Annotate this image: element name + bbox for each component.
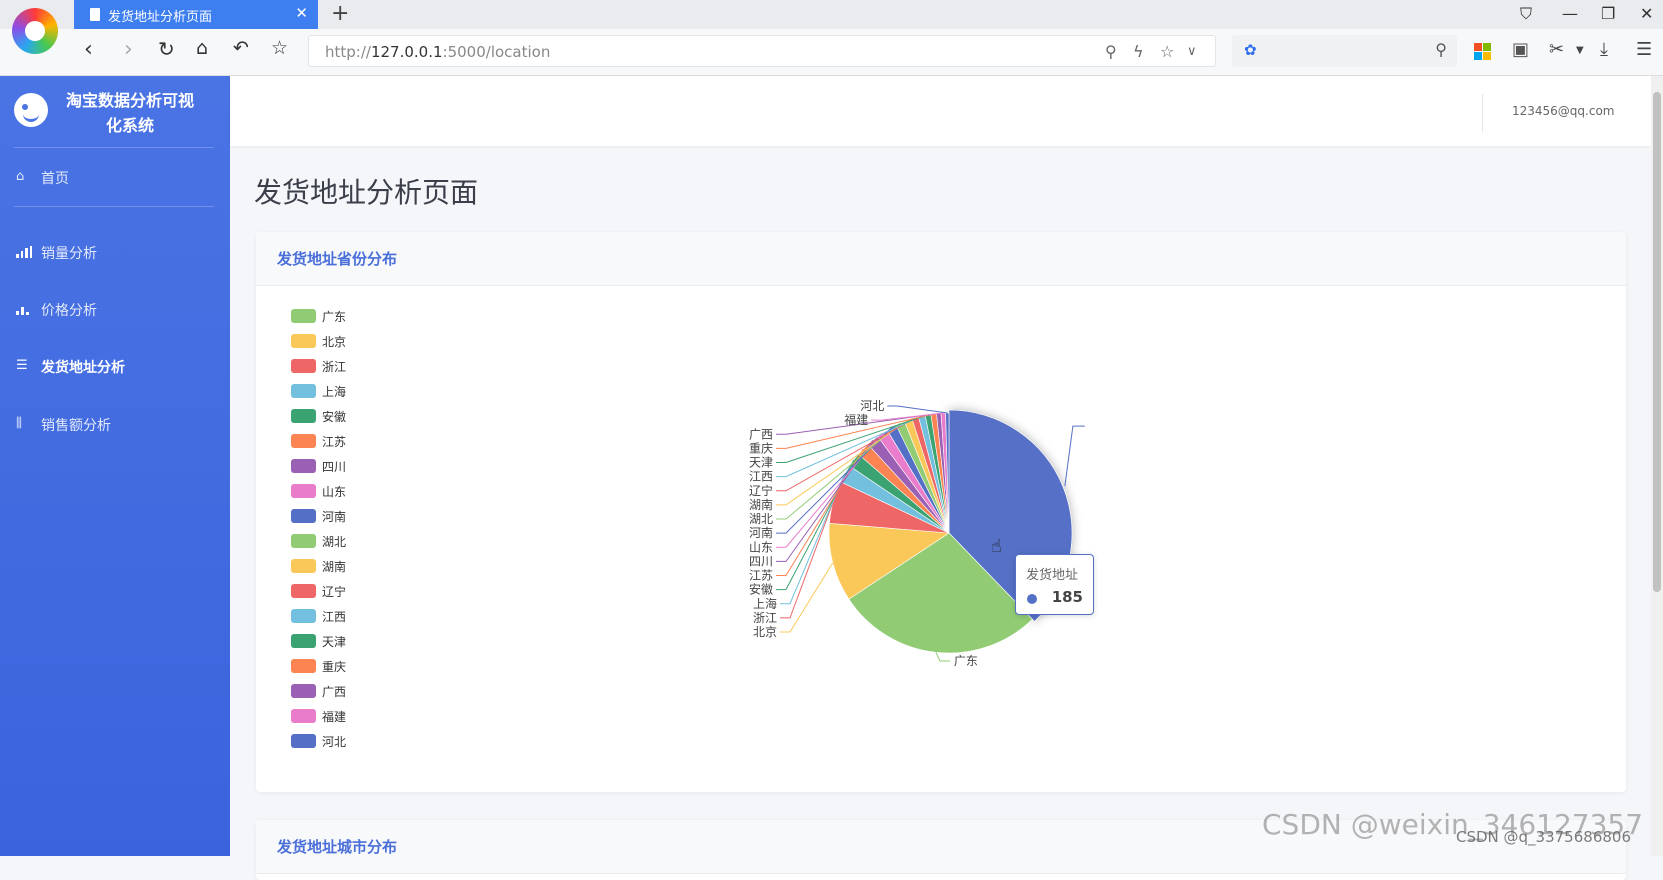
page-title: 发货地址分析页面 — [254, 176, 479, 209]
browser-tab-active[interactable]: 发货地址分析页面 ✕ — [74, 0, 318, 29]
search-input[interactable]: ✿ ⚲ — [1232, 35, 1457, 67]
sidebar: 淘宝数据分析可视化系统 ⌂ 首页 销量分析 价格分析 ☰ 发货地址分析 ⫼ 销售… — [0, 76, 230, 856]
minimize-icon[interactable]: — — [1562, 4, 1578, 23]
slice-label: 北京 — [753, 625, 777, 639]
label-leader-line — [887, 405, 948, 414]
slice-label: 广东 — [954, 654, 978, 668]
reload-icon[interactable]: ↻ — [158, 37, 175, 61]
skin-icon[interactable]: ⛉ — [1520, 4, 1532, 24]
document-icon — [90, 8, 100, 21]
scissors-icon[interactable]: ✂ — [1549, 39, 1564, 60]
watermark-sub: CSDN @q_3375686806 — [1456, 828, 1631, 846]
baidu-paw-icon: ✿ — [1244, 41, 1257, 59]
browser-tab-bar: 发货地址分析页面 ✕ + ⛉ — ❐ ✕ — [0, 0, 1663, 29]
sidebar-item-revenue[interactable]: ⫼ 销售额分析 — [0, 407, 230, 443]
card-title: 发货地址城市分布 — [277, 838, 398, 856]
back-icon[interactable]: ‹ — [84, 37, 93, 62]
undo-close-icon[interactable]: ↶ — [233, 37, 249, 59]
chart-tooltip: 发货地址 185 — [1015, 554, 1094, 615]
home-icon[interactable]: ⌂ — [196, 37, 208, 59]
sidebar-item-location[interactable]: ☰ 发货地址分析 — [0, 349, 230, 385]
header-divider — [1482, 94, 1483, 132]
equalizer-icon: ⫼ — [16, 416, 22, 431]
slice-label: 天津 — [749, 456, 773, 470]
dropdown-icon[interactable]: ▼ — [1576, 45, 1584, 56]
brand-title: 淘宝数据分析可视化系统 — [65, 91, 194, 135]
sidebar-item-sales[interactable]: 销量分析 — [0, 235, 230, 271]
brand-logo-icon — [14, 93, 48, 127]
slice-label: 江西 — [749, 470, 773, 484]
home-icon: ⌂ — [16, 169, 25, 184]
browser-logo-icon — [12, 8, 58, 54]
user-email[interactable]: 123456@qq.com — [1512, 104, 1615, 118]
menu-icon[interactable]: ☰ — [1636, 39, 1652, 60]
sidebar-item-label: 价格分析 — [41, 303, 97, 319]
slice-label: 山东 — [749, 540, 773, 554]
lightning-icon[interactable]: ϟ — [1133, 42, 1144, 61]
sidebar-item-label: 发货地址分析 — [41, 360, 125, 376]
forward-icon[interactable]: › — [124, 37, 133, 62]
slice-label: 湖北 — [749, 511, 773, 526]
label-leader-line — [935, 652, 950, 662]
top-header: 123456@qq.com — [230, 76, 1651, 146]
tooltip-value: 185 — [1051, 588, 1083, 606]
sidebar-item-label: 销量分析 — [41, 246, 97, 262]
bar-chart-small-icon — [16, 301, 32, 317]
favorite-star-icon[interactable]: ☆ — [1160, 42, 1174, 61]
sidebar-item-home[interactable]: ⌂ 首页 — [0, 160, 230, 196]
page-scrollbar[interactable] — [1651, 76, 1663, 856]
sidebar-divider — [14, 147, 214, 148]
slice-label: 湖南 — [749, 497, 773, 512]
hand-cursor-icon: ☝ — [991, 536, 1002, 557]
scrollbar-thumb[interactable] — [1653, 92, 1661, 592]
slice-label: 辽宁 — [749, 483, 773, 498]
search-icon[interactable]: ⚲ — [1435, 40, 1447, 59]
reader-icon[interactable]: ▣ — [1512, 39, 1529, 60]
slice-label: 河南 — [749, 525, 773, 540]
close-tab-icon[interactable]: ✕ — [295, 4, 308, 22]
slice-label: 福建 — [844, 412, 868, 427]
address-bar[interactable]: http://127.0.0.1:5000/location ⚲ ϟ ☆ ∨ — [308, 35, 1216, 67]
sliders-icon: ☰ — [16, 358, 28, 373]
slice-label: 浙江 — [753, 611, 777, 625]
tab-title: 发货地址分析页面 — [108, 10, 213, 25]
province-pie-chart: 广东 北京浙江上海安徽江苏四川山东河南湖北湖南辽宁江西天津重庆广西 福建河北 — [749, 399, 1085, 668]
label-leader-line — [1064, 425, 1085, 487]
sidebar-item-label: 销售额分析 — [41, 418, 111, 434]
chevron-down-icon[interactable]: ∨ — [1187, 44, 1197, 59]
browser-toolbar: ‹ › ↻ ⌂ ↶ ☆ http://127.0.0.1:5000/locati… — [0, 29, 1663, 76]
slice-label: 河北 — [860, 399, 884, 413]
new-tab-icon[interactable]: + — [331, 1, 349, 26]
sidebar-divider — [14, 206, 214, 207]
restore-icon[interactable]: ❐ — [1601, 4, 1615, 23]
tooltip-marker — [1027, 594, 1037, 604]
bar-chart-icon — [16, 244, 32, 260]
sidebar-item-label: 首页 — [41, 171, 69, 187]
sidebar-item-price[interactable]: 价格分析 — [0, 292, 230, 328]
slice-label: 上海 — [753, 596, 777, 611]
zoom-icon[interactable]: ⚲ — [1105, 42, 1117, 61]
slice-label: 广西 — [749, 427, 773, 441]
close-window-icon[interactable]: ✕ — [1640, 4, 1653, 23]
slice-label: 重庆 — [749, 441, 773, 455]
url-text: http://127.0.0.1:5000/location — [325, 43, 551, 61]
download-icon[interactable]: ⤓ — [1600, 39, 1608, 60]
slice-label: 四川 — [749, 554, 773, 568]
bookmark-star-icon[interactable]: ☆ — [271, 37, 288, 59]
slice-label: 江苏 — [749, 569, 773, 583]
tooltip-title: 发货地址 — [1026, 568, 1079, 583]
apps-icon[interactable] — [1474, 43, 1491, 60]
province-chart-card: 发货地址省份分布 广东 北京 浙江 上海 安徽 江苏 四川 山东 河南 湖北 湖南 辽宁 江西 天津 重庆广… — [256, 232, 1626, 792]
slice-label: 安徽 — [749, 582, 773, 597]
